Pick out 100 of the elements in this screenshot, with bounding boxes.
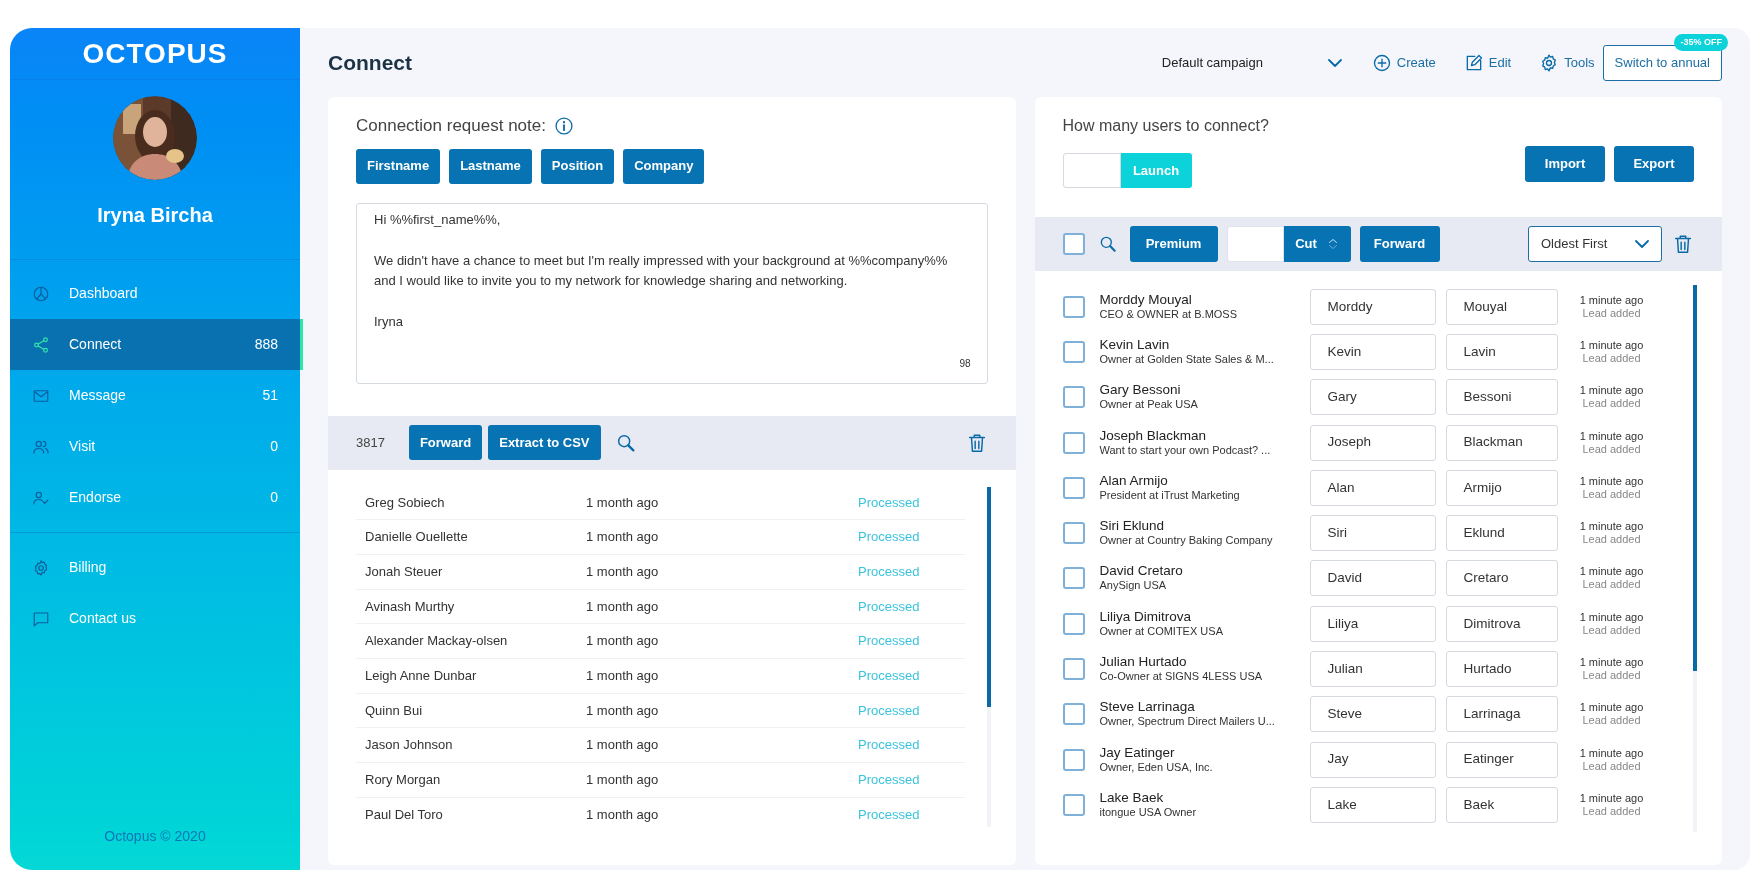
last-name-field[interactable]: Bessoni bbox=[1445, 379, 1558, 416]
export-button[interactable]: Export bbox=[1614, 146, 1694, 182]
forward-button[interactable]: Forward bbox=[408, 425, 483, 460]
time-text: 1 minute ago bbox=[1578, 474, 1645, 488]
table-cell-text: Rory Morgan bbox=[365, 771, 442, 790]
last-name-field[interactable]: Hurtado bbox=[1445, 651, 1558, 687]
premium-button[interactable]: Premium bbox=[1129, 226, 1218, 262]
first-name-field[interactable]: Liliya bbox=[1309, 605, 1436, 642]
time-text: 1 minute ago bbox=[1578, 429, 1645, 443]
lead-name: Kevin Lavin bbox=[1099, 337, 1171, 352]
checkbox[interactable] bbox=[1062, 703, 1085, 726]
trash-icon[interactable] bbox=[1672, 233, 1694, 255]
last-name-field[interactable]: Eatinger bbox=[1445, 741, 1558, 778]
nav-item[interactable]: Connect 888 bbox=[10, 319, 300, 370]
token-button[interactable]: Company bbox=[623, 148, 705, 184]
toolbar-link[interactable]: Tools bbox=[1539, 52, 1595, 73]
status-text: Lead added bbox=[1581, 442, 1642, 456]
table-cell-text: 1 month ago bbox=[586, 632, 660, 651]
status-text: Processed bbox=[858, 771, 920, 790]
checkbox[interactable] bbox=[1062, 612, 1085, 635]
checkbox[interactable] bbox=[1062, 386, 1085, 409]
checkbox[interactable] bbox=[1062, 340, 1085, 363]
lead-name: Jay Eatinger bbox=[1099, 745, 1176, 760]
first-name-field[interactable]: Siri bbox=[1309, 515, 1436, 552]
last-name-field[interactable]: Armijo bbox=[1445, 469, 1558, 506]
campaign-select[interactable]: Default campaign bbox=[1161, 52, 1342, 73]
last-name-field[interactable]: Dimitrova bbox=[1445, 605, 1558, 642]
checkbox[interactable] bbox=[1062, 658, 1085, 680]
lead-headline: CEO & OWNER at B.MOSS bbox=[1099, 307, 1239, 321]
checkbox[interactable] bbox=[1062, 233, 1085, 255]
time-text: 1 minute ago bbox=[1578, 656, 1645, 669]
lead-name: Siri Eklund bbox=[1099, 519, 1166, 534]
first-name-field[interactable]: Jay bbox=[1309, 741, 1436, 778]
count-label: 3817 bbox=[356, 433, 385, 452]
cut-button[interactable]: Cut bbox=[1283, 226, 1351, 262]
message-text: Hi %%first_name%%, We didn't have a chance to meet but I'm really impressed with your background at %%company%% and I would like to invite you to my network for knowledge sharing and networking. Iryna bbox=[374, 210, 949, 331]
first-name-field[interactable]: Alan bbox=[1309, 469, 1436, 506]
toolbar-link[interactable]: Create bbox=[1371, 52, 1436, 73]
last-name-field[interactable]: Mouyal bbox=[1445, 288, 1558, 325]
lead-name: David Cretaro bbox=[1099, 564, 1184, 579]
first-name-field[interactable]: Julian bbox=[1309, 651, 1436, 687]
token-button[interactable]: Position bbox=[540, 148, 615, 184]
lead-headline: Owner at Country Baking Company bbox=[1099, 533, 1274, 548]
copyright-text: Octopus © 2020 bbox=[103, 827, 207, 846]
chevron-down-icon bbox=[1635, 240, 1649, 248]
status-text: Lead added bbox=[1581, 623, 1642, 637]
first-name-field[interactable]: Steve bbox=[1309, 696, 1436, 733]
toolbar-link[interactable]: Edit bbox=[1463, 52, 1512, 73]
cut-count-field[interactable] bbox=[1226, 226, 1284, 262]
checkbox[interactable] bbox=[1062, 522, 1085, 545]
status-text: Lead added bbox=[1581, 759, 1642, 773]
first-name-field[interactable]: David bbox=[1309, 560, 1436, 597]
token-button[interactable]: Firstname bbox=[356, 148, 441, 184]
lead-headline: Co-Owner at SIGNS 4LESS USA bbox=[1099, 669, 1264, 683]
pie-chart-icon bbox=[32, 284, 50, 303]
lead-name: Gary Bessoni bbox=[1099, 383, 1182, 398]
first-name-field[interactable]: Joseph bbox=[1309, 424, 1436, 461]
last-name-field[interactable]: Blackman bbox=[1445, 424, 1558, 461]
lead-headline: Owner at Peak USA bbox=[1099, 397, 1199, 412]
settings-icon bbox=[32, 558, 50, 577]
first-name-field[interactable]: Morddy bbox=[1309, 288, 1436, 325]
status-text: Processed bbox=[858, 736, 920, 755]
lead-name: Steve Larrinaga bbox=[1099, 700, 1196, 715]
extract-button[interactable]: Extract to CSV bbox=[488, 425, 601, 460]
scrollbar[interactable] bbox=[987, 486, 991, 827]
last-name-field[interactable]: Eklund bbox=[1445, 515, 1558, 552]
status-text: Lead added bbox=[1581, 578, 1642, 592]
message-field[interactable] bbox=[356, 202, 988, 384]
checkbox[interactable] bbox=[1062, 476, 1085, 499]
first-name-field[interactable]: Lake bbox=[1309, 786, 1436, 823]
last-name-field[interactable]: Lavin bbox=[1445, 333, 1558, 370]
token-button[interactable]: Lastname bbox=[449, 148, 532, 184]
last-name-field[interactable]: Baek bbox=[1445, 786, 1558, 823]
checkbox[interactable] bbox=[1062, 431, 1085, 454]
lead-name: Lake Baek bbox=[1099, 790, 1165, 805]
status-text: Processed bbox=[858, 806, 920, 825]
status-text: Processed bbox=[858, 701, 920, 720]
table-cell-text: 1 month ago bbox=[586, 597, 660, 616]
lead-headline: Owner, Eden USA, Inc. bbox=[1099, 760, 1214, 774]
time-text: 1 minute ago bbox=[1578, 746, 1645, 760]
import-button[interactable]: Import bbox=[1525, 146, 1605, 182]
first-name-field[interactable]: Kevin bbox=[1309, 333, 1436, 370]
user-name: Iryna Bircha bbox=[97, 203, 213, 228]
status-text: Lead added bbox=[1581, 306, 1642, 320]
checkbox[interactable] bbox=[1062, 793, 1085, 816]
number-field[interactable] bbox=[1062, 153, 1121, 188]
lead-headline: AnySign USA bbox=[1099, 578, 1168, 593]
status-text: Lead added bbox=[1581, 714, 1642, 728]
switch-plan-button[interactable]: Switch to annual bbox=[1602, 44, 1722, 81]
first-name-field[interactable]: Gary bbox=[1309, 379, 1436, 416]
checkbox[interactable] bbox=[1062, 567, 1085, 590]
scrollbar[interactable] bbox=[1692, 285, 1697, 832]
checkbox[interactable] bbox=[1062, 748, 1085, 771]
sort-select[interactable]: Oldest First bbox=[1528, 226, 1662, 262]
last-name-field[interactable]: Cretaro bbox=[1445, 560, 1558, 597]
lead-headline: Want to start your own Podcast? ... bbox=[1099, 443, 1272, 457]
status-text: Processed bbox=[858, 597, 920, 616]
forward-button[interactable]: Forward bbox=[1359, 226, 1440, 262]
last-name-field[interactable]: Larrinaga bbox=[1445, 696, 1558, 733]
checkbox[interactable] bbox=[1062, 295, 1085, 318]
